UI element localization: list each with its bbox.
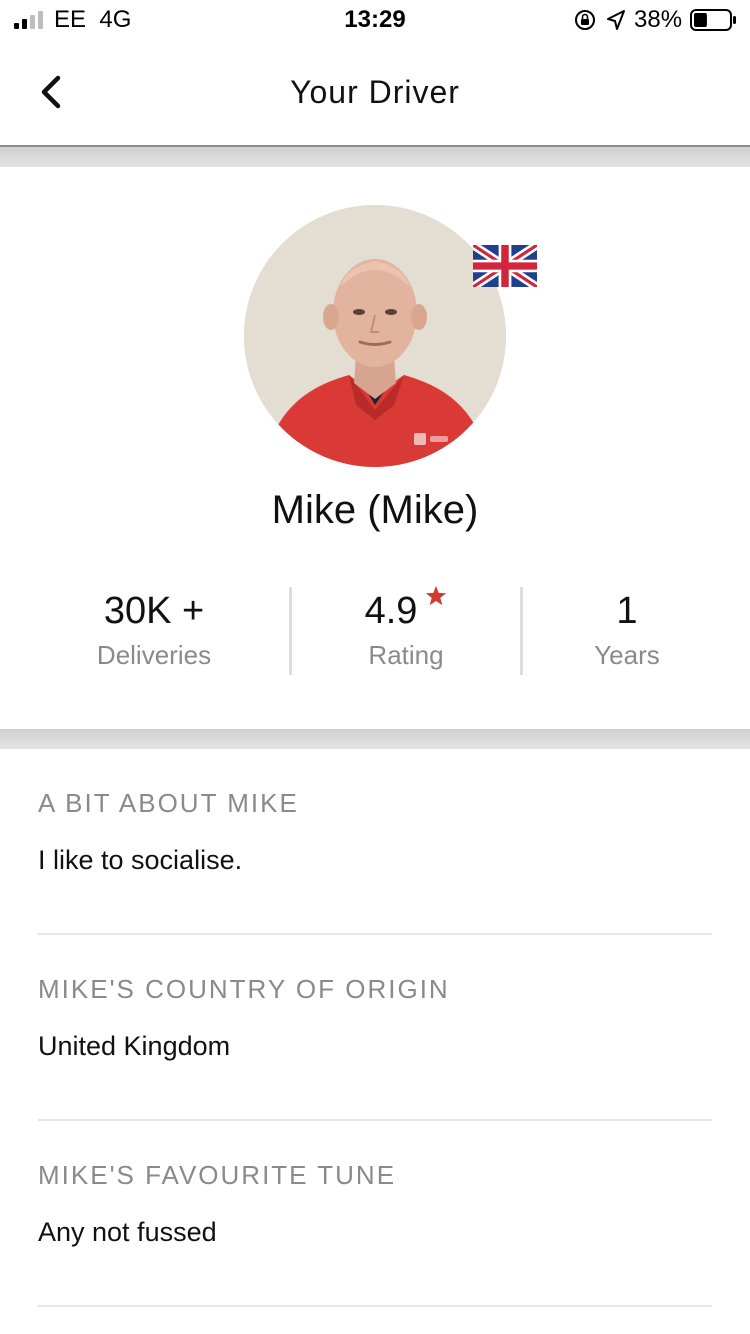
status-bar: EE 4G 13:29 38% <box>0 0 750 40</box>
battery-percentage: 38% <box>634 6 683 33</box>
stat-rating: 4.9 Rating <box>292 585 520 677</box>
stat-label: Rating <box>368 640 444 670</box>
driver-name: Mike (Mike) <box>271 488 479 532</box>
stat-value-row: 4.9 <box>292 585 520 635</box>
section-heading: A BIT ABOUT MIKE <box>38 788 299 818</box>
country-of-origin-section: MIKE'S COUNTRY OF ORIGIN United Kingdom <box>38 935 712 1121</box>
section-heading: MIKE'S FAVOURITE TUNE <box>38 1160 397 1190</box>
rotation-lock-icon <box>575 10 595 30</box>
page-title: Your Driver <box>290 74 460 110</box>
section-text: Any not fussed <box>38 1217 217 1247</box>
driver-avatar <box>244 205 506 467</box>
stat-divider <box>520 587 523 675</box>
section-heading: MIKE'S COUNTRY OF ORIGIN <box>38 974 450 1004</box>
location-arrow-icon <box>607 10 625 30</box>
navigation-header: Your Driver <box>0 40 750 147</box>
stat-label: Deliveries <box>96 640 212 670</box>
section-separator <box>0 729 750 749</box>
united-kingdom-flag-icon <box>473 245 537 287</box>
stat-deliveries: 30K + Deliveries <box>40 587 268 677</box>
driver-stats: 30K + Deliveries 4.9 Rating 1 Years <box>0 585 750 677</box>
stat-years: 1 Years <box>524 587 730 677</box>
stat-label: Years <box>594 640 660 670</box>
section-text: I like to socialise. <box>38 845 243 875</box>
stat-value: 30K + <box>103 590 205 632</box>
section-separator <box>0 147 750 167</box>
battery-icon <box>690 9 736 31</box>
stat-value: 1 <box>616 590 638 632</box>
star-icon <box>426 585 447 606</box>
driver-info-list: A BIT ABOUT MIKE I like to socialise. MI… <box>38 749 712 1307</box>
stat-value: 4.9 <box>364 590 418 632</box>
favourite-tune-section: MIKE'S FAVOURITE TUNE Any not fussed <box>38 1121 712 1307</box>
about-section: A BIT ABOUT MIKE I like to socialise. <box>38 749 712 935</box>
driver-profile-card: Mike (Mike) 30K + Deliveries 4.9 Rating … <box>0 167 750 729</box>
section-text: United Kingdom <box>38 1031 231 1061</box>
